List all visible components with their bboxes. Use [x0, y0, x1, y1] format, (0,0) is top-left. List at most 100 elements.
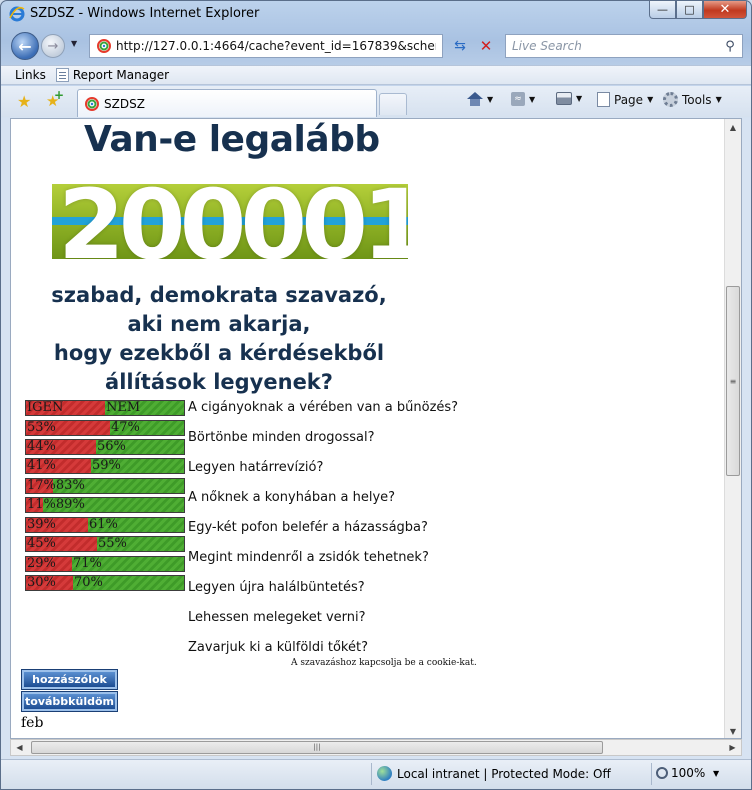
links-bar: Links Report Manager — [1, 65, 751, 85]
yes-label: 29% — [27, 556, 56, 571]
subtitle-line: hogy ezekből a kérdésekből — [53, 341, 385, 365]
poll-bar: 41% 59% — [25, 458, 185, 474]
tab-bar: ★ ★ SZDSZ ▼ ≈▼ ▼ Page▼ Tools▼ — [1, 86, 751, 117]
comment-button[interactable]: hozzászólok — [21, 669, 118, 690]
home-button[interactable]: ▼ — [467, 92, 493, 106]
link-label: Report Manager — [72, 68, 170, 82]
site-favicon-icon — [85, 96, 99, 111]
scroll-right-icon[interactable]: ▶ — [724, 740, 741, 755]
poll-question[interactable]: Megint mindenről a zsidók tehetnek? — [188, 550, 429, 565]
printer-icon — [556, 92, 572, 105]
status-divider — [651, 763, 652, 785]
subtitle-line: szabad, demokrata szavazó, — [51, 283, 387, 307]
horizontal-scrollbar[interactable]: ◀ ||| ▶ — [10, 739, 742, 756]
poll-question[interactable]: Börtönbe minden drogossal? — [188, 430, 375, 445]
poll-bar: IGEN NEM — [25, 400, 185, 416]
scroll-down-icon[interactable]: ▼ — [725, 723, 741, 738]
chevron-down-icon: ▼ — [487, 94, 494, 104]
subtitle-line: aki nem akarja, — [127, 312, 311, 336]
site-favicon-icon — [97, 39, 111, 53]
browser-window: SZDSZ - Windows Internet Explorer — □ ✕ … — [0, 0, 752, 790]
number-banner: 200001 — [52, 184, 408, 259]
forward-button[interactable]: továbbküldöm — [21, 691, 118, 712]
no-label: 70% — [74, 575, 103, 590]
vertical-scrollbar[interactable]: ▲ ≡ ▼ — [724, 119, 741, 738]
chevron-down-icon: ▼ — [715, 95, 722, 104]
search-icon[interactable]: ⚲ — [718, 39, 742, 54]
maximize-icon: □ — [684, 3, 695, 16]
search-box[interactable]: Live Search ⚲ — [505, 34, 743, 58]
page-headline: Van-e legalább — [84, 119, 380, 160]
rss-feed-icon: ≈ — [511, 92, 525, 106]
zoom-level: 100% — [671, 766, 706, 780]
tab-label: SZDSZ — [104, 96, 145, 111]
chevron-down-icon[interactable]: ▼ — [713, 769, 719, 778]
intranet-globe-icon — [377, 766, 392, 781]
poll-bar: 29% 71% — [25, 556, 185, 572]
feeds-button[interactable]: ≈ ▼ — [511, 92, 535, 106]
scroll-thumb[interactable]: ≡ — [726, 286, 740, 476]
print-button[interactable]: ▼ — [556, 92, 582, 105]
poll-question[interactable]: Lehessen melegeket verni? — [188, 610, 366, 625]
poll-question[interactable]: Egy-két pofon belefér a házasságba? — [188, 520, 428, 535]
poll-bar: 45% 55% — [25, 536, 185, 552]
poll-bar: 30% 70% — [25, 575, 185, 591]
tools-menu-button[interactable]: Tools ▼ — [663, 92, 722, 107]
address-input[interactable]: http://127.0.0.1:4664/cache?event_id=167… — [116, 39, 436, 53]
refresh-button[interactable]: ⇆ — [449, 36, 471, 56]
forward-button[interactable]: → — [41, 34, 65, 58]
page-menu-button[interactable]: Page ▼ — [597, 92, 653, 107]
minimize-button[interactable]: — — [649, 1, 676, 19]
security-zone[interactable]: Local intranet | Protected Mode: Off — [377, 766, 611, 781]
yes-label: 39% — [27, 517, 56, 532]
yes-label: IGEN — [27, 400, 64, 415]
address-bar[interactable]: http://127.0.0.1:4664/cache?event_id=167… — [89, 34, 443, 58]
poll-question[interactable]: A nőknek a konyhában a helye? — [188, 490, 395, 505]
title-bar: SZDSZ - Windows Internet Explorer — □ ✕ — [1, 1, 751, 27]
add-favorites-icon[interactable]: ★ — [46, 88, 65, 110]
poll-bar: 39% 61% — [25, 517, 185, 533]
no-label: 59% — [92, 458, 121, 473]
link-report-manager[interactable]: Report Manager — [55, 68, 170, 82]
chevron-down-icon: ▼ — [529, 94, 536, 104]
scroll-thumb[interactable]: ||| — [31, 741, 603, 754]
footer-text: feb — [21, 715, 44, 731]
scroll-up-icon[interactable]: ▲ — [725, 119, 741, 136]
no-label: NEM — [106, 400, 141, 415]
window-controls: — □ ✕ — [649, 1, 747, 19]
no-label: 56% — [97, 439, 126, 454]
no-label: 71% — [73, 556, 102, 571]
close-button[interactable]: ✕ — [703, 1, 747, 19]
tab-szdsz[interactable]: SZDSZ — [77, 89, 377, 117]
links-label: Links — [15, 68, 46, 82]
no-label: 55% — [98, 536, 127, 551]
yes-label: 41% — [27, 458, 56, 473]
scroll-left-icon[interactable]: ◀ — [11, 740, 28, 755]
yes-label: 53% — [27, 420, 56, 435]
poll-question[interactable]: Zavarjuk ki a külföldi tőkét? — [188, 640, 368, 655]
zoom-control[interactable]: 100% — [656, 766, 705, 780]
search-input[interactable]: Live Search — [506, 39, 718, 53]
history-dropdown-icon[interactable]: ▼ — [71, 39, 77, 48]
back-arrow-icon: ← — [18, 36, 32, 56]
poll-question[interactable]: Legyen újra halálbüntetés? — [188, 580, 365, 595]
navigation-bar: ← → ▼ http://127.0.0.1:4664/cache?event_… — [1, 29, 751, 63]
favorites-star-icon[interactable]: ★ — [17, 92, 31, 111]
poll-question[interactable]: Legyen határrevízió? — [188, 460, 323, 475]
zone-label: Local intranet | Protected Mode: Off — [397, 766, 611, 781]
no-label: 47% — [111, 420, 140, 435]
yes-label: 17% — [27, 478, 56, 493]
page-content: Van-e legalább 200001 szabad, demokrata … — [10, 118, 742, 739]
status-divider — [371, 763, 372, 785]
new-tab-button[interactable] — [379, 93, 407, 115]
cookie-note: A szavazáshoz kapcsolja be a cookie-kat. — [291, 658, 477, 668]
page-subtitle: szabad, demokrata szavazó, aki nem akarj… — [41, 281, 397, 397]
stop-button[interactable]: ✕ — [475, 36, 497, 56]
minimize-icon: — — [657, 3, 668, 16]
close-icon: ✕ — [719, 2, 731, 17]
refresh-icon: ⇆ — [454, 38, 466, 54]
no-label: 89% — [55, 497, 85, 512]
back-button[interactable]: ← — [11, 32, 39, 60]
maximize-button[interactable]: □ — [676, 1, 703, 19]
poll-question[interactable]: A cigányoknak a vérében van a bűnözés? — [188, 400, 458, 415]
